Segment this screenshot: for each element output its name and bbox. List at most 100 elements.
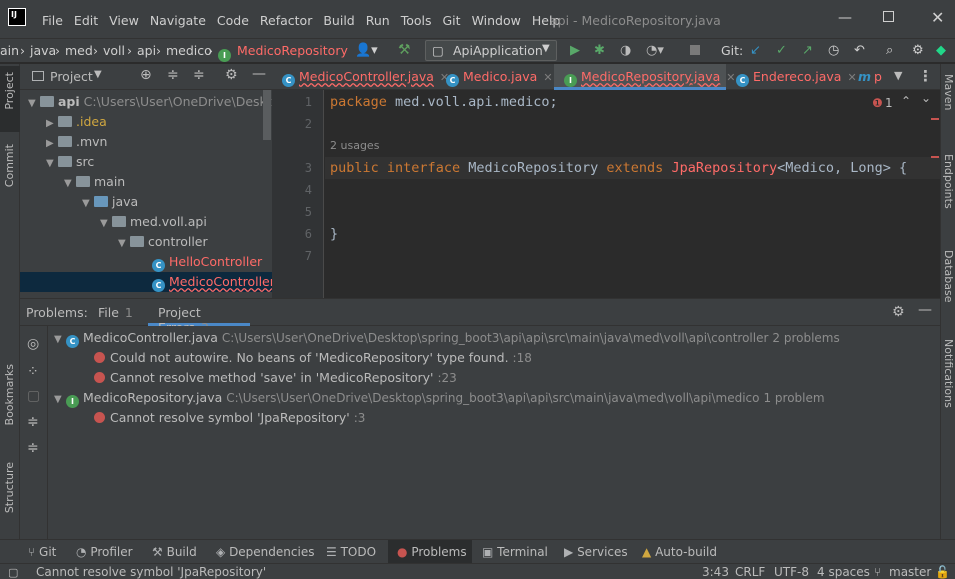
menu-file[interactable]: File — [42, 13, 63, 28]
breadcrumb-voll[interactable]: voll — [103, 43, 125, 58]
menu-tools[interactable]: Tools — [401, 13, 432, 28]
line-separator[interactable]: CRLF — [735, 565, 765, 579]
menu-git[interactable]: Git — [443, 13, 461, 28]
hide-icon[interactable]: — — [918, 302, 932, 318]
error-stripe-marker[interactable] — [931, 156, 939, 158]
profile-icon[interactable]: ◔▾ — [646, 43, 664, 58]
tool-tab-project[interactable]: Project — [3, 72, 16, 110]
tree-node-controller[interactable]: ▼ controller — [20, 232, 272, 252]
tool-tab-profiler[interactable]: ◔ Profiler — [76, 545, 133, 559]
settings-icon[interactable]: ⚙ — [912, 43, 924, 58]
collapse-all-icon[interactable]: ≑ — [193, 67, 205, 83]
menu-navigate[interactable]: Navigate — [150, 13, 206, 28]
problem-item[interactable]: Cannot resolve symbol 'JpaRepository' :3 — [94, 408, 365, 428]
status-panel-icon[interactable]: ▢ — [8, 566, 18, 579]
caret-position[interactable]: 3:43 — [702, 565, 729, 579]
minimize-icon[interactable]: — — [838, 10, 852, 26]
error-icon[interactable]: ❶ — [872, 96, 883, 110]
tree-node-idea[interactable]: ▶ .idea — [20, 112, 272, 132]
close-tab-icon[interactable]: ✕ — [543, 71, 552, 84]
tool-tab-endpoints[interactable]: Endpoints — [942, 154, 955, 209]
user-icon[interactable]: 👤▾ — [355, 43, 378, 58]
tool-tab-maven[interactable]: Maven — [942, 74, 955, 110]
expand-all-icon[interactable]: ≑ — [27, 414, 39, 430]
coverage-icon[interactable]: ◑ — [620, 43, 631, 58]
git-update-icon[interactable]: ↙ — [750, 43, 761, 58]
menu-window[interactable]: Window — [472, 13, 521, 28]
tool-tab-todo[interactable]: ☰ TODO — [326, 545, 376, 559]
code-editor[interactable]: 1 2 3 4 5 6 7 package med.voll.api.medic… — [272, 90, 940, 298]
menu-edit[interactable]: Edit — [74, 13, 98, 28]
undo-icon[interactable]: ↶ — [854, 43, 865, 58]
chevron-down-icon[interactable]: ⌄ — [921, 91, 931, 105]
tree-node-main[interactable]: ▼ main — [20, 172, 272, 192]
search-icon[interactable]: ⌕ — [886, 43, 893, 58]
close-icon[interactable]: ✕ — [931, 8, 944, 27]
expand-all-icon[interactable]: ≑ — [167, 67, 179, 83]
problem-group-medicorepository[interactable]: ▼ I MedicoRepository.java C:\Users\User\On… — [54, 388, 825, 408]
git-commit-icon[interactable]: ✓ — [776, 43, 787, 58]
tool-tab-structure[interactable]: Structure — [3, 462, 16, 513]
tool-tab-problems[interactable]: ● Problems — [397, 545, 467, 559]
tool-tab-services[interactable]: ▶ Services — [564, 545, 628, 559]
code-with-me-icon[interactable]: ◆ — [936, 43, 946, 58]
chevron-down-icon[interactable]: ▼ — [894, 69, 902, 82]
debug-icon[interactable]: ✱ — [594, 43, 605, 58]
history-icon[interactable]: ◷ — [828, 43, 839, 58]
tool-tab-terminal[interactable]: ▣ Terminal — [482, 545, 548, 559]
collapse-all-icon[interactable]: ≑ — [27, 440, 39, 456]
gear-icon[interactable]: ⚙ — [225, 67, 238, 83]
problems-tab-project-errors[interactable]: Project Errors3 — [148, 299, 250, 335]
preview-icon[interactable]: ▢ — [27, 388, 40, 404]
git-push-icon[interactable]: ↗ — [802, 43, 813, 58]
breadcrumb-medico[interactable]: medico — [166, 43, 212, 58]
locate-icon[interactable]: ⊕ — [140, 67, 152, 83]
maximize-icon[interactable] — [883, 11, 894, 22]
problem-item[interactable]: Cannot resolve method 'save' in 'MedicoR… — [94, 368, 457, 388]
tree-node-med-voll-api[interactable]: ▼ med.voll.api — [20, 212, 272, 232]
problem-item[interactable]: Could not autowire. No beans of 'MedicoR… — [94, 348, 532, 368]
tree-node-hellocontroller[interactable]: C HelloController — [20, 252, 272, 272]
status-message[interactable]: Cannot resolve symbol 'JpaRepository' — [36, 565, 266, 579]
tree-node-api[interactable]: ▼api C:\Users\User\OneDrive\Desktop\sp — [20, 92, 272, 112]
tool-tab-build[interactable]: ⚒ Build — [152, 545, 197, 559]
error-count[interactable]: 1 — [885, 96, 893, 110]
tab-medicocontroller[interactable]: C MedicoController.java ✕ — [272, 64, 449, 90]
tree-node-medicocontroller[interactable]: C MedicoController — [20, 272, 272, 292]
group-icon[interactable]: ⁘ — [27, 364, 39, 380]
tree-scrollbar[interactable] — [263, 90, 271, 140]
file-encoding[interactable]: UTF-8 — [774, 565, 809, 579]
usages-hint[interactable]: 2 usages — [330, 139, 379, 152]
run-icon[interactable]: ▶ — [570, 43, 580, 58]
breadcrumb-med[interactable]: med — [65, 43, 93, 58]
stop-icon[interactable] — [690, 45, 700, 55]
tab-p[interactable]: mp — [848, 64, 888, 90]
tool-tab-dependencies[interactable]: ◈ Dependencies — [216, 545, 314, 559]
error-stripe-marker[interactable] — [931, 118, 939, 120]
breadcrumb-api[interactable]: api — [137, 43, 156, 58]
project-view-select[interactable]: Project — [50, 69, 93, 84]
breadcrumb-ain[interactable]: ain — [0, 43, 19, 58]
menu-view[interactable]: View — [109, 13, 139, 28]
tool-tab-database[interactable]: Database — [942, 250, 955, 303]
tool-tab-notifications[interactable]: Notifications — [942, 339, 955, 408]
breadcrumb-java[interactable]: java — [30, 43, 56, 58]
chevron-down-icon[interactable]: ▼ — [94, 69, 102, 80]
tool-tab-bookmarks[interactable]: Bookmarks — [3, 364, 16, 425]
breadcrumb-medicorepository[interactable]: MedicoRepository — [237, 43, 348, 58]
problems-tab-file[interactable]: File 1 — [98, 305, 133, 320]
problem-group-medicocontroller[interactable]: ▼ C MedicoController.java C:\Users\User\On… — [54, 328, 840, 348]
menu-build[interactable]: Build — [323, 13, 354, 28]
tab-medico[interactable]: C Medico.java ✕ — [436, 64, 554, 90]
gear-icon[interactable]: ⚙ — [892, 304, 905, 320]
menu-code[interactable]: Code — [217, 13, 249, 28]
tree-node-java[interactable]: ▼ java — [20, 192, 272, 212]
hide-icon[interactable]: — — [252, 66, 266, 82]
tab-endereco[interactable]: C Endereco.java ✕ — [726, 64, 857, 90]
indent-setting[interactable]: 4 spaces — [817, 565, 870, 579]
menu-refactor[interactable]: Refactor — [260, 13, 312, 28]
menu-run[interactable]: Run — [366, 13, 390, 28]
tree-node-src[interactable]: ▼ src — [20, 152, 272, 172]
tab-medicorepository[interactable]: I MedicoRepository.java ✕ — [554, 64, 735, 90]
autoscroll-icon[interactable]: ◎ — [27, 336, 39, 352]
